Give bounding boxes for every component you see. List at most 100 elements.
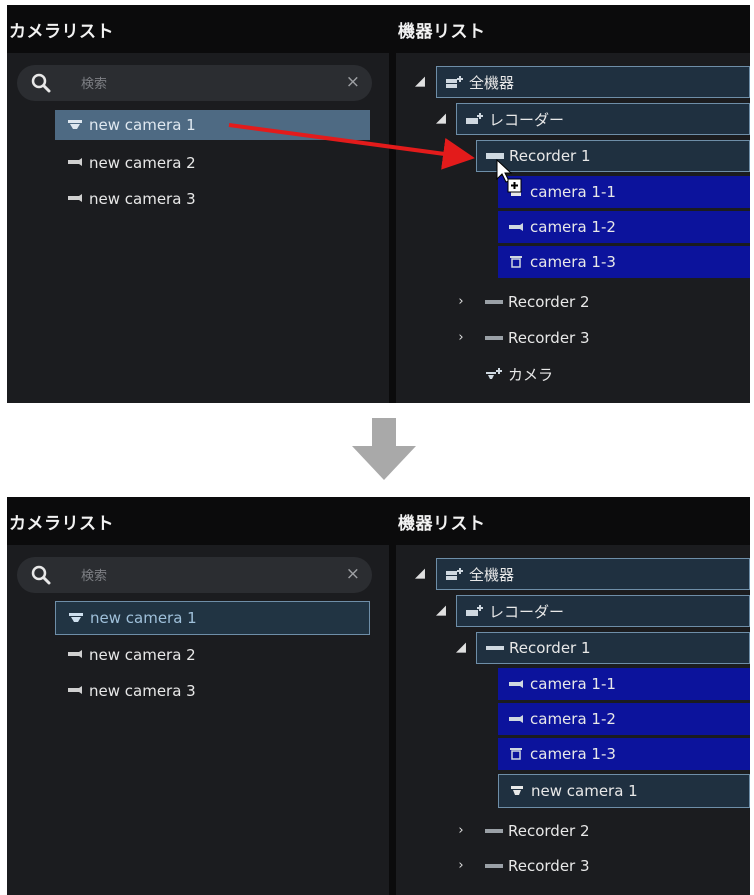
dome-camera-icon bbox=[68, 120, 82, 129]
tree-node-label: camera 1-1 bbox=[530, 675, 616, 693]
collapse-icon[interactable]: ◢ bbox=[413, 567, 427, 581]
device-tree: ◢ 全機器 ◢ レコーダー Recorder 1 camera 1-1 came… bbox=[396, 53, 750, 403]
dome-camera-icon bbox=[511, 786, 523, 795]
box-camera-icon bbox=[68, 686, 82, 694]
camera-list-item[interactable]: new camera 2 bbox=[55, 640, 370, 670]
camera-list-panel: カメラリスト × new camera 1 new ca bbox=[7, 497, 389, 895]
tree-node-camera[interactable]: camera 1-2 bbox=[498, 211, 750, 243]
tree-node-camera[interactable]: camera 1-3 bbox=[498, 738, 750, 770]
tree-node-label: camera 1-1 bbox=[530, 183, 616, 201]
camera-label: new camera 1 bbox=[89, 116, 196, 134]
tree-node-recorder-2[interactable]: Recorder 2 bbox=[476, 815, 750, 847]
tree-node-camera[interactable]: camera 1-1 bbox=[498, 668, 750, 700]
camera-label: new camera 3 bbox=[89, 190, 196, 208]
recorder-group-icon bbox=[466, 605, 483, 616]
recorder-group-icon bbox=[466, 113, 483, 124]
tree-node-label: レコーダー bbox=[489, 110, 565, 129]
search-icon[interactable] bbox=[31, 565, 51, 585]
device-list-title: 機器リスト bbox=[398, 22, 486, 42]
tree-node-camera[interactable]: camera 1-1 bbox=[498, 176, 750, 208]
expand-icon[interactable]: › bbox=[454, 331, 468, 345]
tree-node-label: Recorder 3 bbox=[508, 857, 590, 875]
camera-list-item[interactable]: new camera 2 bbox=[55, 148, 370, 178]
collapse-icon[interactable]: ◢ bbox=[413, 75, 427, 89]
after-screenshot: カメラリスト × new camera 1 new ca bbox=[7, 497, 750, 895]
recorder-icon bbox=[485, 336, 503, 340]
drag-cursor-icon bbox=[496, 159, 522, 193]
tree-node-label: Recorder 2 bbox=[508, 293, 590, 311]
tree-node-recorder-1[interactable]: Recorder 1 bbox=[476, 632, 750, 664]
before-screenshot: カメラリスト × new camera 1 new ca bbox=[7, 5, 750, 403]
recorder-icon bbox=[485, 300, 503, 304]
tree-node-root[interactable]: 全機器 bbox=[436, 558, 750, 590]
expand-icon[interactable]: › bbox=[454, 824, 468, 838]
search-bar: × bbox=[17, 557, 372, 593]
camera-list-item[interactable]: new camera 1 bbox=[55, 601, 370, 635]
tree-node-recorder-group[interactable]: レコーダー bbox=[456, 103, 750, 135]
tree-node-camera[interactable]: camera 1-3 bbox=[498, 246, 750, 278]
recorder-icon bbox=[486, 646, 504, 650]
device-list-panel: 機器リスト ◢ 全機器 ◢ レコーダー Recorder 1 camera 1-… bbox=[396, 5, 750, 403]
device-list-title: 機器リスト bbox=[398, 514, 486, 534]
tree-node-label: カメラ bbox=[508, 365, 554, 384]
tree-node-camera-new[interactable]: new camera 1 bbox=[498, 774, 750, 808]
recorder-icon bbox=[485, 864, 503, 868]
expand-icon[interactable]: › bbox=[454, 295, 468, 309]
expand-icon[interactable]: › bbox=[454, 859, 468, 873]
search-input[interactable] bbox=[79, 565, 303, 587]
tree-node-label: Recorder 2 bbox=[508, 822, 590, 840]
box-camera-icon bbox=[68, 158, 82, 166]
dome-camera-icon bbox=[510, 748, 522, 760]
camera-list-item[interactable]: new camera 3 bbox=[55, 184, 370, 214]
camera-list-title: カメラリスト bbox=[9, 22, 114, 42]
tree-node-label: 全機器 bbox=[469, 565, 515, 584]
search-input[interactable] bbox=[79, 73, 303, 95]
camera-list-item[interactable]: new camera 3 bbox=[55, 676, 370, 706]
down-arrow-icon bbox=[352, 418, 416, 480]
search-bar: × bbox=[17, 65, 372, 101]
box-camera-icon bbox=[509, 715, 523, 723]
tree-node-camera-group[interactable]: カメラ bbox=[476, 358, 750, 390]
tree-node-label: Recorder 3 bbox=[508, 329, 590, 347]
camera-list-title: カメラリスト bbox=[9, 514, 114, 534]
tree-node-root[interactable]: 全機器 bbox=[436, 66, 750, 98]
box-camera-icon bbox=[68, 194, 82, 202]
camera-list-panel: カメラリスト × new camera 1 new ca bbox=[7, 5, 389, 403]
device-list-panel: 機器リスト ◢ 全機器 ◢ レコーダー ◢ Recorder 1 camera … bbox=[396, 497, 750, 895]
box-camera-icon bbox=[509, 680, 523, 688]
tree-node-recorder-3[interactable]: Recorder 3 bbox=[476, 322, 750, 354]
camera-list-body: × new camera 1 new camera 2 new camera 3 bbox=[7, 545, 389, 895]
tree-node-recorder-2[interactable]: Recorder 2 bbox=[476, 286, 750, 318]
camera-list-item[interactable]: new camera 1 bbox=[55, 110, 370, 140]
collapse-icon[interactable]: ◢ bbox=[454, 641, 468, 655]
dome-camera-icon bbox=[69, 613, 83, 622]
tree-node-label: レコーダー bbox=[489, 602, 565, 621]
search-clear-button[interactable]: × bbox=[346, 564, 360, 584]
search-clear-button[interactable]: × bbox=[346, 72, 360, 92]
tree-node-label: camera 1-3 bbox=[530, 253, 616, 271]
recorder-icon bbox=[485, 829, 503, 833]
camera-group-icon bbox=[486, 368, 502, 379]
tree-node-recorder-3[interactable]: Recorder 3 bbox=[476, 850, 750, 882]
camera-label: new camera 1 bbox=[90, 609, 197, 627]
tree-node-label: 全機器 bbox=[469, 73, 515, 92]
tree-node-camera[interactable]: camera 1-2 bbox=[498, 703, 750, 735]
tree-node-recorder-group[interactable]: レコーダー bbox=[456, 595, 750, 627]
tree-node-label: Recorder 1 bbox=[509, 639, 591, 657]
camera-label: new camera 3 bbox=[89, 682, 196, 700]
dome-camera-icon bbox=[510, 256, 522, 268]
tree-node-label: camera 1-2 bbox=[530, 710, 616, 728]
camera-list-body: × new camera 1 new camera 2 new camera 3 bbox=[7, 53, 389, 403]
camera-label: new camera 2 bbox=[89, 154, 196, 172]
collapse-icon[interactable]: ◢ bbox=[434, 604, 448, 618]
all-devices-icon bbox=[446, 76, 463, 88]
search-icon[interactable] bbox=[31, 73, 51, 93]
box-camera-icon bbox=[509, 223, 523, 231]
collapse-icon[interactable]: ◢ bbox=[434, 112, 448, 126]
tree-node-label: new camera 1 bbox=[531, 782, 638, 800]
camera-label: new camera 2 bbox=[89, 646, 196, 664]
tree-node-label: camera 1-2 bbox=[530, 218, 616, 236]
box-camera-icon bbox=[68, 650, 82, 658]
all-devices-icon bbox=[446, 568, 463, 580]
tree-node-label: camera 1-3 bbox=[530, 745, 616, 763]
